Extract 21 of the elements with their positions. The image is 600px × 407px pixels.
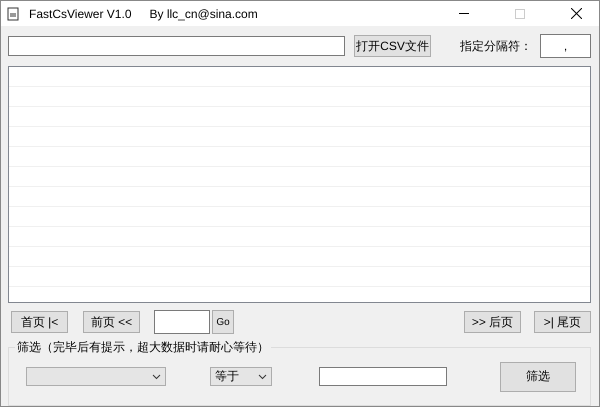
previous-page-button[interactable]: 前页 <<	[83, 311, 140, 334]
author-email: By llc_cn@sina.com	[150, 6, 258, 20]
filter-button[interactable]: 筛选	[500, 362, 576, 392]
maximize-icon	[515, 8, 525, 18]
close-icon	[570, 8, 582, 19]
delimiter-label: 指定分隔符：	[460, 38, 532, 54]
first-page-button[interactable]: 首页 |<	[11, 311, 68, 334]
open-csv-button[interactable]: 打开CSV文件	[354, 35, 431, 57]
next-page-button[interactable]: >> 后页	[464, 311, 521, 334]
csv-file-icon	[7, 6, 19, 20]
caret-icon	[152, 374, 161, 380]
filter-value-field[interactable]	[319, 367, 447, 386]
go-button[interactable]: Go	[212, 310, 234, 334]
operator-dropdown[interactable]: 等于	[210, 367, 272, 386]
last-page-button[interactable]: >| 尾页	[534, 311, 591, 334]
caret-icon	[258, 374, 267, 380]
page-number-field[interactable]	[154, 310, 210, 334]
window-title: FastCsViewer V1.0	[29, 6, 132, 20]
file-path-field[interactable]	[8, 36, 345, 56]
minimize-icon	[459, 13, 469, 14]
delimiter-field[interactable]: ,	[540, 34, 591, 58]
